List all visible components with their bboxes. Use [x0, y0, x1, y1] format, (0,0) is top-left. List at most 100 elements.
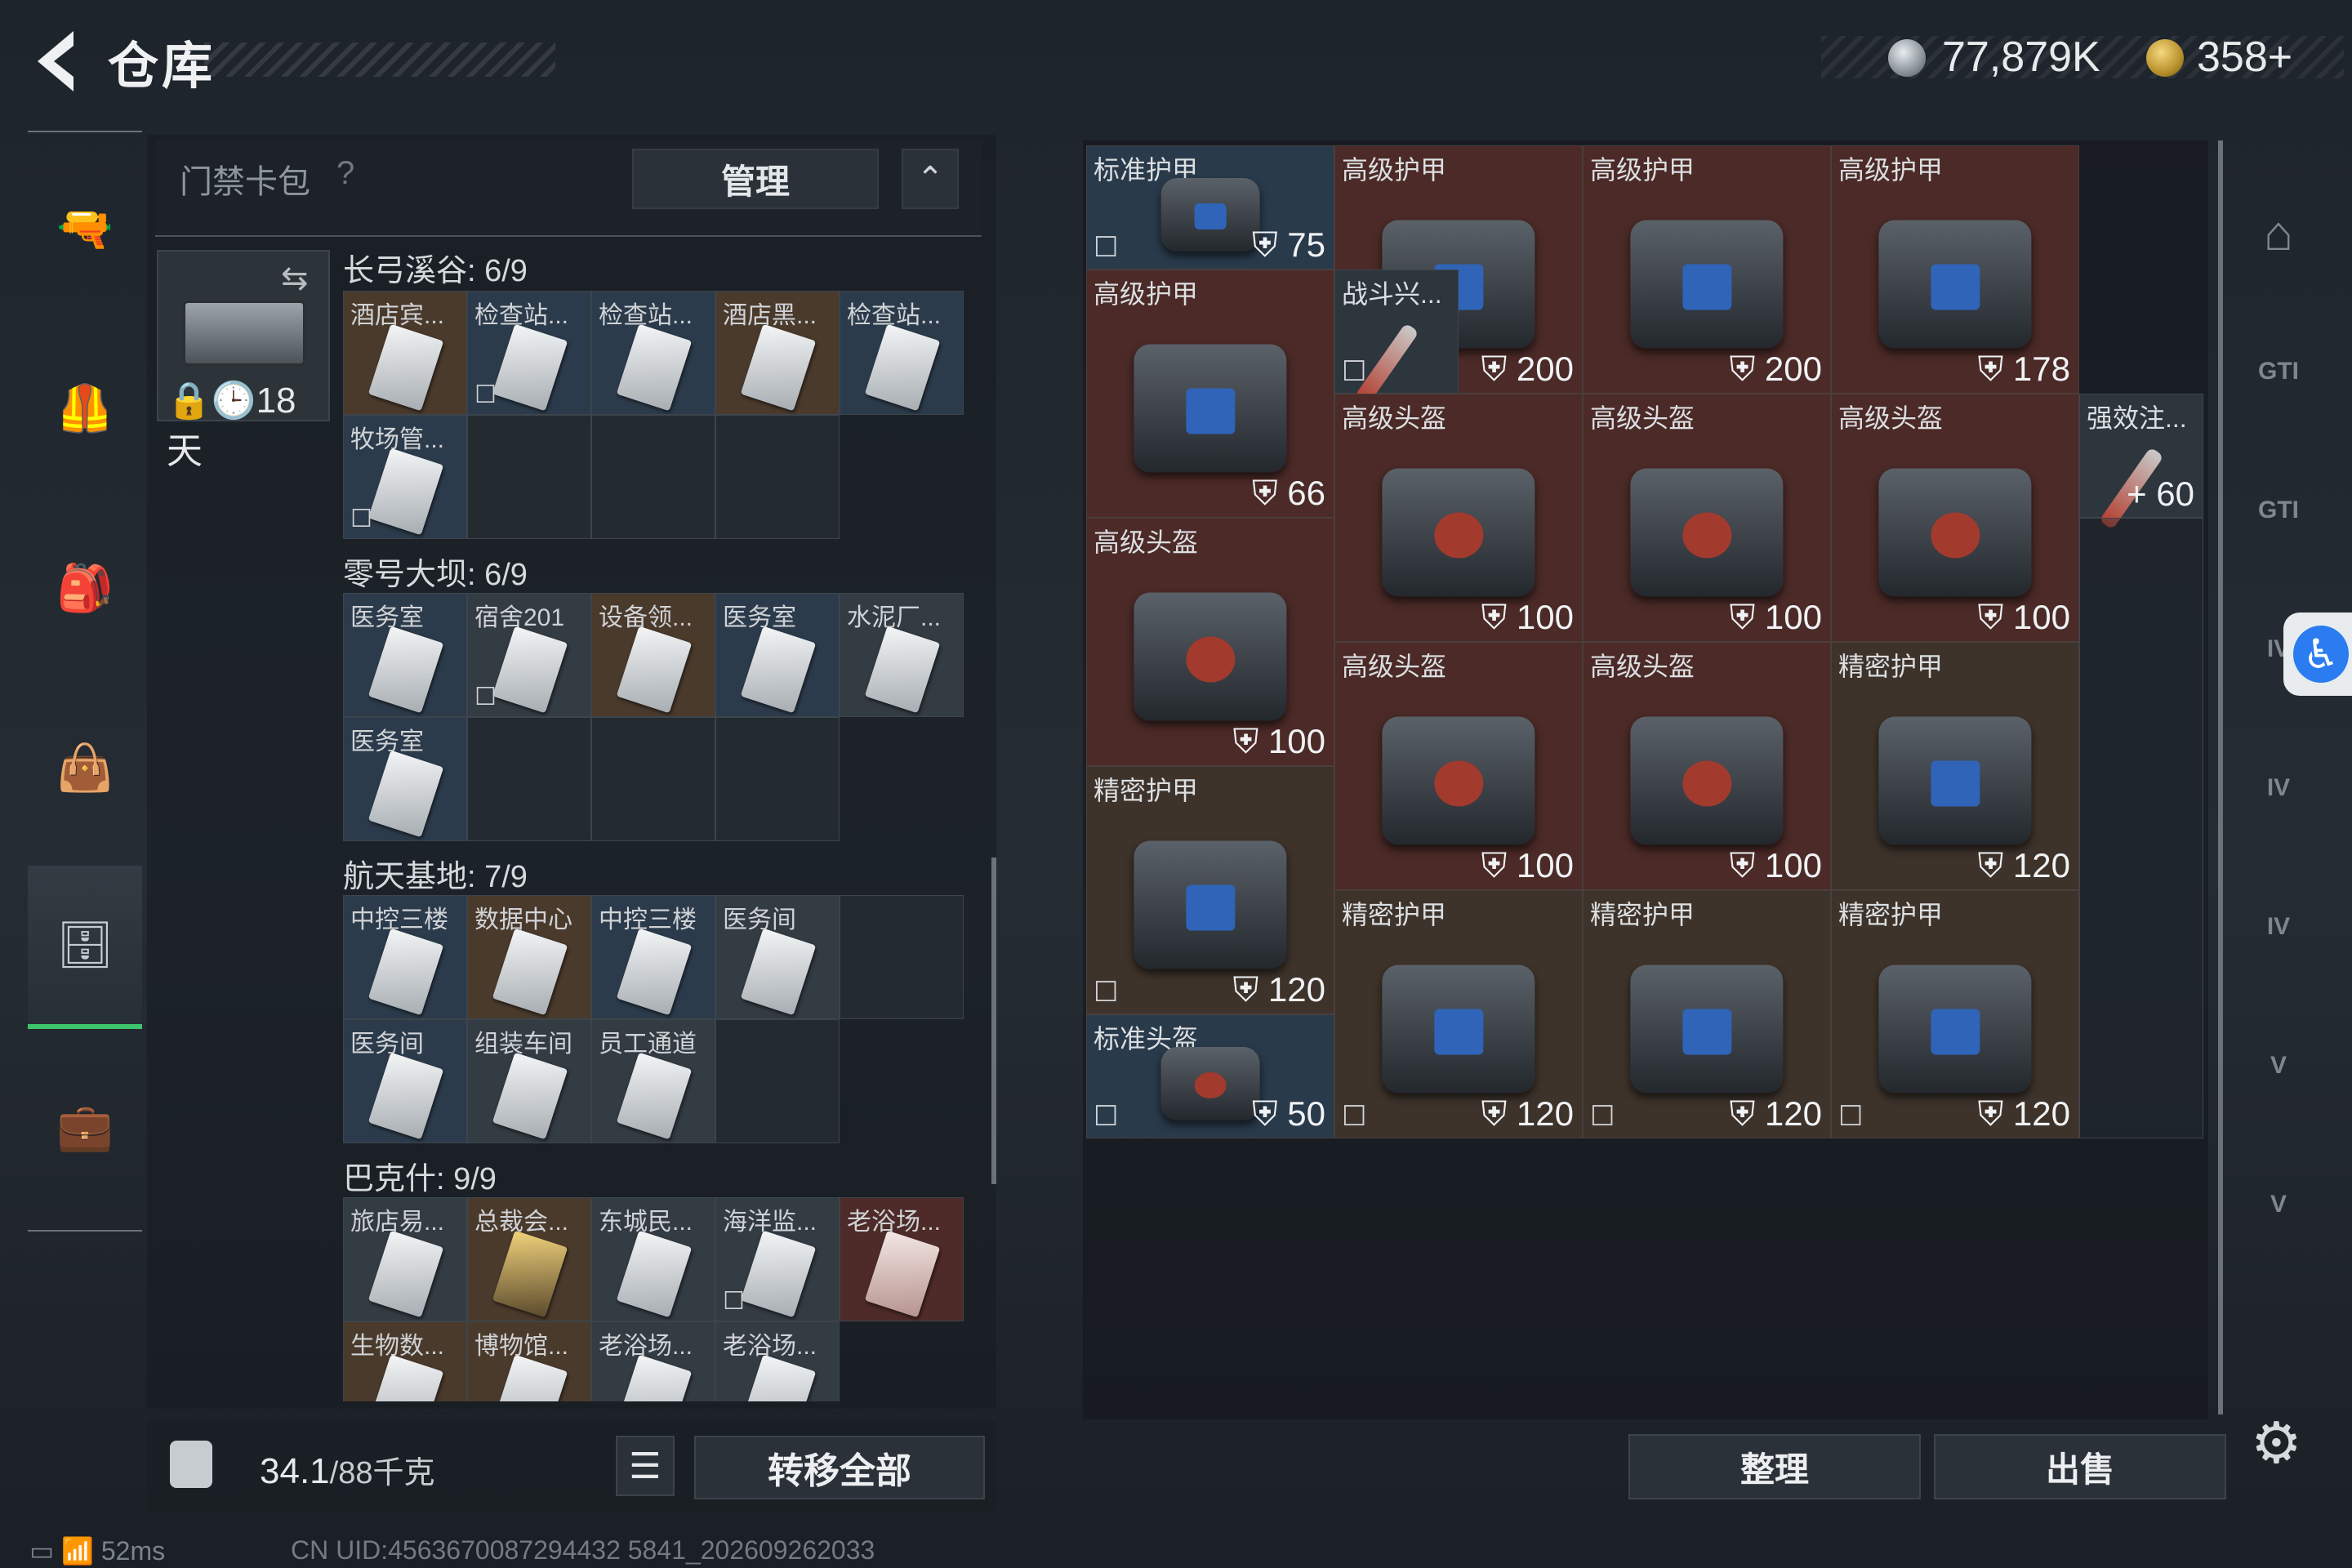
empty-slot	[840, 895, 964, 1019]
keycard-icon	[616, 323, 693, 412]
uid-text: CN UID:4563670087294432 5841_20260926203…	[291, 1535, 875, 1565]
keycard-label: 酒店黑...	[723, 302, 817, 329]
keycard-label: 中控三楼	[599, 906, 697, 933]
nav-storage-gti-1[interactable]: GTI	[2230, 302, 2328, 441]
inventory-item[interactable]: 高级头盔 ⛨ 100	[1583, 394, 1831, 642]
helmet-icon	[1160, 1047, 1260, 1120]
nav-storage-v-1[interactable]: V	[2230, 996, 2328, 1135]
helmet-icon	[1134, 592, 1287, 721]
accessibility-button[interactable]: ♿	[2283, 612, 2352, 696]
item-durability: ⛨ 100	[1232, 722, 1325, 760]
nav-storage-v-2[interactable]: V	[2230, 1135, 2328, 1274]
sort-button[interactable]: 整理	[1628, 1434, 1921, 1499]
keycard-slot[interactable]: 医务室	[715, 593, 840, 717]
nav-storage-iv-3[interactable]: IV	[2230, 858, 2328, 996]
keycard-slot[interactable]: 检查站... ☐	[467, 291, 591, 415]
item-durability: ⛨ 200	[1729, 350, 1822, 388]
nav-briefcase-icon[interactable]: 💼	[28, 1045, 142, 1209]
inventory-item[interactable]: 高级头盔 ⛨ 100	[1583, 642, 1831, 890]
chevron-up-icon[interactable]: ⌃	[902, 149, 959, 209]
inventory-item[interactable]: 高级头盔 ⛨ 100	[1334, 394, 1583, 642]
inventory-item[interactable]: 战斗兴... ☐	[1334, 270, 1459, 406]
empty-slot	[591, 415, 715, 539]
inventory-item[interactable]: 高级护甲 ⛨ 200	[1583, 145, 1831, 394]
inventory-item[interactable]: 高级头盔 ⛨ 100	[1086, 518, 1334, 766]
right-scrollbar[interactable]	[2218, 140, 2223, 1414]
keycard-slot[interactable]: 酒店黑...	[715, 291, 840, 415]
keycard-slot[interactable]: 牧场管... ☐	[343, 415, 467, 539]
keycard-slot[interactable]: 老浴场...	[715, 1321, 840, 1401]
nav-bag-icon[interactable]: 👜	[28, 686, 142, 849]
nav-safe-icon[interactable]: ⌂	[2230, 163, 2328, 302]
inventory-item[interactable]: 高级头盔 ⛨ 100	[1334, 642, 1583, 890]
manage-button[interactable]: 管理	[632, 149, 879, 209]
inventory-item[interactable]: 高级护甲 ⛨ 66	[1086, 270, 1334, 518]
keycard-slot[interactable]: 总裁会...	[467, 1197, 591, 1321]
item-label: 高级护甲	[1094, 279, 1199, 309]
transfer-all-button[interactable]: 转移全部	[694, 1436, 985, 1499]
sell-button[interactable]: 出售	[1934, 1434, 2226, 1499]
item-durability: ⛨ 120	[1481, 1094, 1574, 1133]
card-pack-title: 门禁卡包	[180, 164, 310, 200]
keycard-slot[interactable]: 数据中心	[467, 895, 591, 1019]
nav-storage-gti-2[interactable]: GTI	[2230, 441, 2328, 580]
card-pack-item[interactable]: ⇆ 🔒🕒18天	[157, 250, 330, 471]
inventory-item[interactable]: 标准头盔 ☐ ⛨ 50	[1086, 1014, 1334, 1138]
inventory-item[interactable]: 高级头盔 ⛨ 100	[1831, 394, 2079, 642]
item-durability: ⛨ 66	[1252, 474, 1325, 512]
keycard-slot[interactable]: 检查站...	[591, 291, 715, 415]
armor-icon	[1878, 964, 2032, 1094]
no-lock-icon: ☐	[350, 506, 372, 532]
keycard-slot[interactable]: 中控三楼	[343, 895, 467, 1019]
inventory-item[interactable]: 精密护甲 ☐ ⛨ 120	[1583, 890, 1831, 1138]
keycard-slot[interactable]: 酒店宾...	[343, 291, 467, 415]
keycard-slot[interactable]: 中控三楼	[591, 895, 715, 1019]
keycard-slot[interactable]: 医务间	[715, 895, 840, 1019]
empty-slot	[2079, 518, 2203, 1138]
nav-case-icon[interactable]: 🗄	[28, 866, 142, 1029]
list-icon[interactable]: ☰	[616, 1436, 675, 1496]
keycard-slot[interactable]: 员工通道	[591, 1019, 715, 1143]
left-scrollbar[interactable]	[991, 858, 996, 1184]
nav-backpack-icon[interactable]: 🎒	[28, 506, 142, 670]
inventory-item[interactable]: 精密护甲 ⛨ 120	[1831, 642, 2079, 890]
keycard-slot[interactable]: 老浴场...	[591, 1321, 715, 1401]
section-title: 长弓溪谷: 6/9	[343, 254, 528, 288]
keycard-icon	[740, 928, 817, 1016]
item-label: 高级头盔	[1838, 403, 1944, 433]
currency-gold[interactable]: 358+	[2197, 33, 2292, 82]
gear-icon[interactable]: ⚙	[2251, 1410, 2310, 1475]
keycard-slot[interactable]: 东城民...	[591, 1197, 715, 1321]
keycard-slot[interactable]: 医务室	[343, 717, 467, 841]
item-label: 精密护甲	[1094, 776, 1199, 805]
nav-gun-icon[interactable]: 🔫	[28, 147, 142, 310]
empty-slot	[715, 717, 840, 841]
keycard-slot[interactable]: 医务室	[343, 593, 467, 717]
inventory-item[interactable]: 精密护甲 ☐ ⛨ 120	[1086, 766, 1334, 1014]
help-icon[interactable]: ?	[336, 155, 354, 192]
keycard-slot[interactable]: 设备领...	[591, 593, 715, 717]
keycard-slot[interactable]: 检查站...	[840, 291, 964, 415]
nav-storage-iv-2[interactable]: IV	[2230, 719, 2328, 858]
inventory-item[interactable]: 高级护甲 ⛨ 178	[1831, 145, 2079, 394]
keycard-slot[interactable]: 老浴场...	[840, 1197, 964, 1321]
keycard-slot[interactable]: 生物数...	[343, 1321, 467, 1401]
inventory-item[interactable]: 精密护甲 ☐ ⛨ 120	[1334, 890, 1583, 1138]
inventory-item[interactable]: 精密护甲 ☐ ⛨ 120	[1831, 890, 2079, 1138]
keycard-slot[interactable]: 水泥厂...	[840, 593, 964, 717]
inventory-item[interactable]: 标准护甲 ☐ ⛨ 75	[1086, 145, 1334, 270]
inventory-item[interactable]: 强效注... + 60	[2079, 394, 2203, 530]
currency-silver[interactable]: 77,879K	[1942, 33, 2100, 82]
back-button[interactable]	[24, 24, 90, 98]
lock-icon[interactable]	[170, 1441, 212, 1488]
item-durability: ⛨ 178	[1977, 350, 2070, 388]
nav-vest-icon[interactable]: 🦺	[28, 327, 142, 490]
keycard-slot[interactable]: 海洋监... ☐	[715, 1197, 840, 1321]
keycard-slot[interactable]: 医务间	[343, 1019, 467, 1143]
keycard-label: 医务室	[350, 728, 424, 755]
keycard-slot[interactable]: 博物馆...	[467, 1321, 591, 1401]
swap-icon[interactable]: ⇆	[281, 260, 309, 297]
keycard-slot[interactable]: 宿舍201 ☐	[467, 593, 591, 717]
keycard-slot[interactable]: 旅店易...	[343, 1197, 467, 1321]
keycard-slot[interactable]: 组装车间	[467, 1019, 591, 1143]
